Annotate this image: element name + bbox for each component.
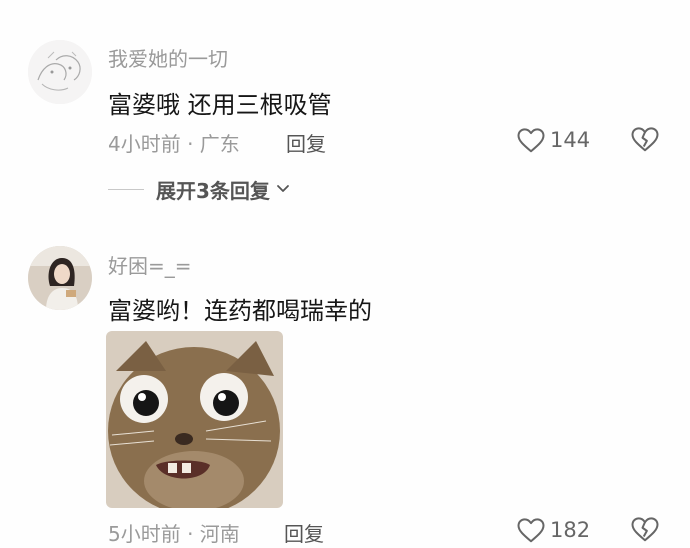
like-count: 182: [550, 518, 591, 542]
broken-heart-icon: [631, 517, 659, 542]
comment-meta: 5小时前 · 河南: [108, 522, 240, 546]
reply-button[interactable]: 回复: [284, 518, 324, 547]
avatar[interactable]: [28, 246, 92, 310]
comment-item: 好困=_= 富婆哟！连药都喝瑞幸的 5小时前 · 河南 回复 182: [0, 0, 690, 548]
dislike-button[interactable]: [630, 515, 660, 545]
avatar-photo-image: [28, 246, 92, 310]
comment-text: 富婆哟！连药都喝瑞幸的: [108, 297, 372, 325]
sticker-image[interactable]: [106, 331, 283, 508]
comment-username[interactable]: 好困=_=: [108, 250, 192, 279]
heart-outline-icon: [517, 518, 545, 543]
like-button[interactable]: 182: [516, 515, 590, 545]
comment-list: 我爱她的一切 富婆哦 还用三根吸管 4小时前 · 广东 回复 144 展开3条回…: [0, 0, 690, 548]
cat-sticker: [106, 331, 283, 508]
